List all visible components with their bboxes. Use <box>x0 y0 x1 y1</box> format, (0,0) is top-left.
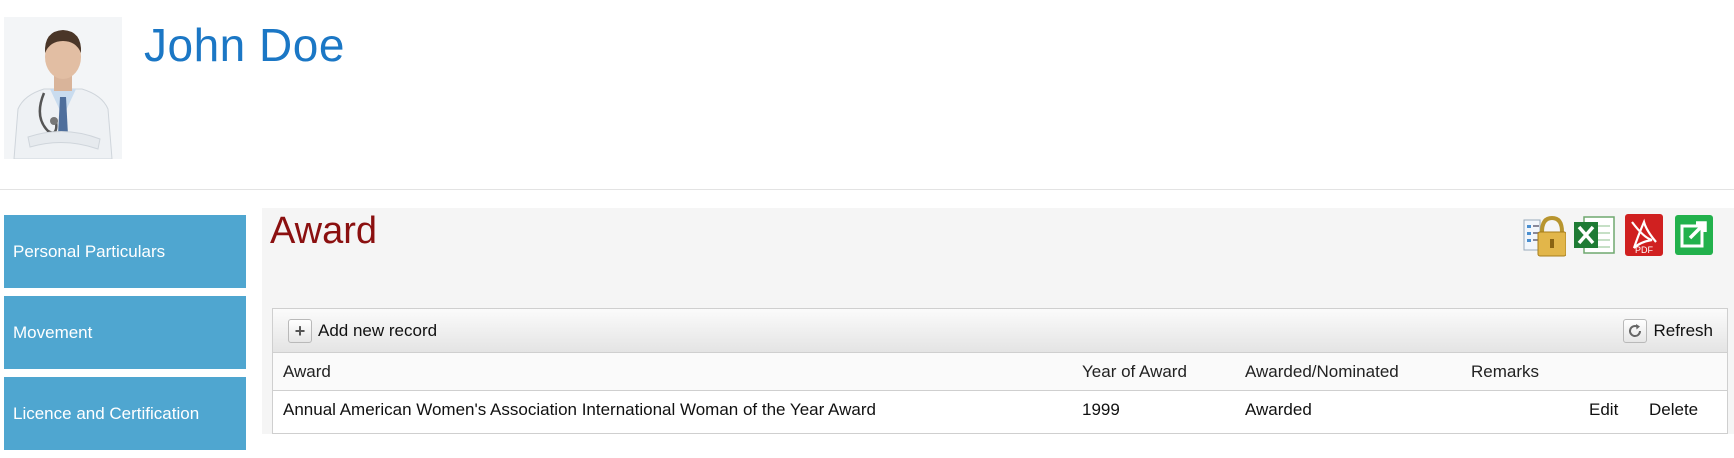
user-name: John Doe <box>144 19 345 71</box>
cell-status: Awarded <box>1245 400 1312 419</box>
refresh-button[interactable]: Refresh <box>1623 318 1713 343</box>
page-title: Award <box>270 210 378 252</box>
cell-award: Annual American Women's Association Inte… <box>283 400 876 419</box>
excel-export-icon[interactable] <box>1572 212 1616 258</box>
add-new-record-label: Add new record <box>318 320 438 340</box>
edit-link[interactable]: Edit <box>1579 400 1639 420</box>
sidebar-item-label: Licence and Certification <box>13 403 200 423</box>
sidebar-item-label: Personal Particulars <box>13 241 166 261</box>
column-header-year[interactable]: Year of Award <box>1072 362 1235 382</box>
profile-header: John Doe <box>0 0 1734 190</box>
column-header-awarded-nominated[interactable]: Awarded/Nominated <box>1235 362 1461 382</box>
award-grid: + Add new record Refresh Award Year of A… <box>272 308 1728 434</box>
svg-text:PDF: PDF <box>1635 245 1654 255</box>
sidebar-item-personal-particulars[interactable]: Personal Particulars <box>4 215 246 288</box>
add-new-record-button[interactable]: + Add new record <box>288 318 438 343</box>
avatar <box>4 17 122 159</box>
refresh-label: Refresh <box>1653 320 1713 340</box>
sidebar: Personal Particulars Movement Licence an… <box>4 215 246 458</box>
column-header-remarks[interactable]: Remarks <box>1461 362 1579 382</box>
external-open-icon[interactable] <box>1672 212 1716 258</box>
sidebar-item-movement[interactable]: Movement <box>4 296 246 369</box>
lock-permissions-icon[interactable] <box>1522 212 1567 258</box>
table-row: Annual American Women's Association Inte… <box>273 391 1727 429</box>
pdf-export-icon[interactable]: PDF <box>1622 212 1666 258</box>
main-panel: Award PDF + Add new record Refresh Award… <box>262 208 1734 434</box>
column-header-award[interactable]: Award <box>273 362 1072 382</box>
plus-icon: + <box>288 318 312 343</box>
sidebar-item-label: Movement <box>13 322 93 342</box>
delete-link[interactable]: Delete <box>1639 400 1719 420</box>
grid-header-row: Award Year of Award Awarded/Nominated Re… <box>273 353 1727 391</box>
cell-year: 1999 <box>1082 400 1120 419</box>
grid-toolbar: + Add new record Refresh <box>273 309 1727 353</box>
sidebar-item-licence-certification[interactable]: Licence and Certification <box>4 377 246 450</box>
refresh-icon <box>1623 318 1648 343</box>
export-toolbar: PDF <box>1522 212 1716 258</box>
